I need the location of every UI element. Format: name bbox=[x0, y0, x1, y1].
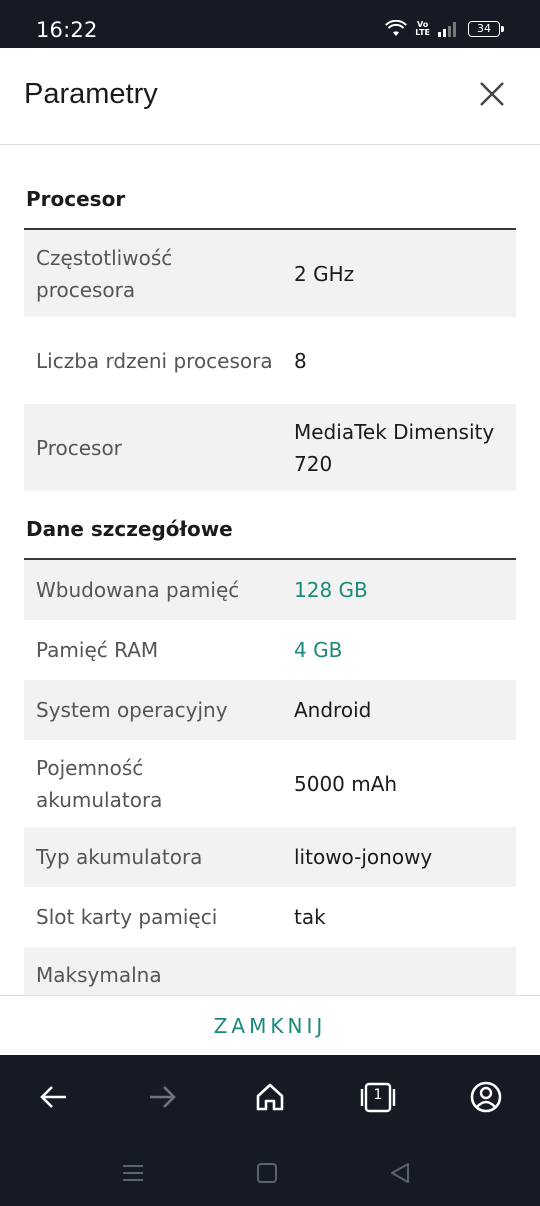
home-icon[interactable] bbox=[250, 1077, 290, 1117]
back-arrow-icon[interactable] bbox=[34, 1077, 74, 1117]
table-row: Typ akumulatora litowo-jonowy bbox=[24, 827, 516, 887]
battery-icon: 34 bbox=[468, 21, 504, 37]
row-label: Procesor bbox=[36, 435, 122, 460]
table-row: Wbudowana pamięć 128 GB bbox=[24, 560, 516, 620]
row-label: Częstotliwość procesora bbox=[36, 245, 173, 302]
table-row: Liczba rdzeni procesora 8 bbox=[24, 317, 516, 404]
signal-icon bbox=[438, 22, 456, 37]
table-row: Procesor MediaTek Dimensity 720 bbox=[24, 404, 516, 491]
parameters-list[interactable]: Procesor Częstotliwość procesora 2 GHz L… bbox=[0, 145, 540, 995]
wifi-icon bbox=[385, 20, 408, 36]
tabs-button[interactable]: 1 bbox=[358, 1077, 398, 1117]
section-title-dane-szczegolowe: Dane szczegółowe bbox=[26, 517, 233, 541]
status-icons: Vo LTE 34 bbox=[385, 20, 504, 38]
status-bar: 16:22 Vo LTE 34 bbox=[0, 0, 540, 48]
table-row: System operacyjny Android bbox=[24, 680, 516, 740]
table-row: Slot karty pamięci tak bbox=[24, 887, 516, 947]
row-label: Maksymalna bbox=[36, 963, 162, 987]
back-triangle-icon[interactable] bbox=[386, 1161, 416, 1185]
account-icon[interactable] bbox=[466, 1077, 506, 1117]
browser-toolbar: 1 bbox=[0, 1055, 540, 1141]
row-label: Wbudowana pamięć bbox=[36, 578, 240, 602]
row-value-link[interactable]: 128 GB bbox=[294, 574, 509, 606]
row-value-link[interactable]: 4 GB bbox=[294, 634, 509, 666]
dialog-header: Parametry bbox=[0, 48, 540, 145]
table-row: Pamięć RAM 4 GB bbox=[24, 620, 516, 680]
row-value: litowo-jonowy bbox=[294, 845, 433, 869]
row-label: Liczba rdzeni procesora bbox=[36, 348, 273, 373]
tabs-count: 1 bbox=[373, 1087, 383, 1103]
row-value: 5000 mAh bbox=[294, 771, 398, 796]
row-value: MediaTek Dimensity 720 bbox=[294, 419, 495, 476]
battery-level: 34 bbox=[477, 22, 491, 35]
row-label: System operacyjny bbox=[36, 698, 228, 722]
close-icon[interactable] bbox=[476, 78, 508, 110]
row-label: Typ akumulatora bbox=[36, 845, 203, 869]
row-value: Android bbox=[294, 698, 372, 722]
row-value: 8 bbox=[294, 348, 307, 373]
row-label: Pojemność akumulatora bbox=[36, 755, 163, 812]
forward-arrow-icon[interactable] bbox=[142, 1077, 182, 1117]
row-label: Slot karty pamięci bbox=[36, 905, 218, 929]
section-title-procesor: Procesor bbox=[26, 187, 126, 211]
table-row: Pojemność akumulatora 5000 mAh bbox=[24, 740, 516, 827]
home-square-icon[interactable] bbox=[252, 1161, 282, 1185]
dialog-footer: ZAMKNIJ bbox=[0, 995, 540, 1055]
close-button[interactable]: ZAMKNIJ bbox=[0, 996, 540, 1056]
table-row: Maksymalna bbox=[24, 947, 516, 995]
row-value: 2 GHz bbox=[294, 261, 355, 286]
row-label: Pamięć RAM bbox=[36, 638, 159, 662]
system-navigation-bar bbox=[0, 1141, 540, 1206]
recents-icon[interactable] bbox=[118, 1161, 148, 1185]
status-time: 16:22 bbox=[36, 18, 98, 42]
page-title: Parametry bbox=[24, 78, 158, 110]
table-row: Częstotliwość procesora 2 GHz bbox=[24, 230, 516, 317]
volte-indicator: Vo LTE bbox=[415, 20, 430, 37]
row-value: tak bbox=[294, 905, 326, 929]
